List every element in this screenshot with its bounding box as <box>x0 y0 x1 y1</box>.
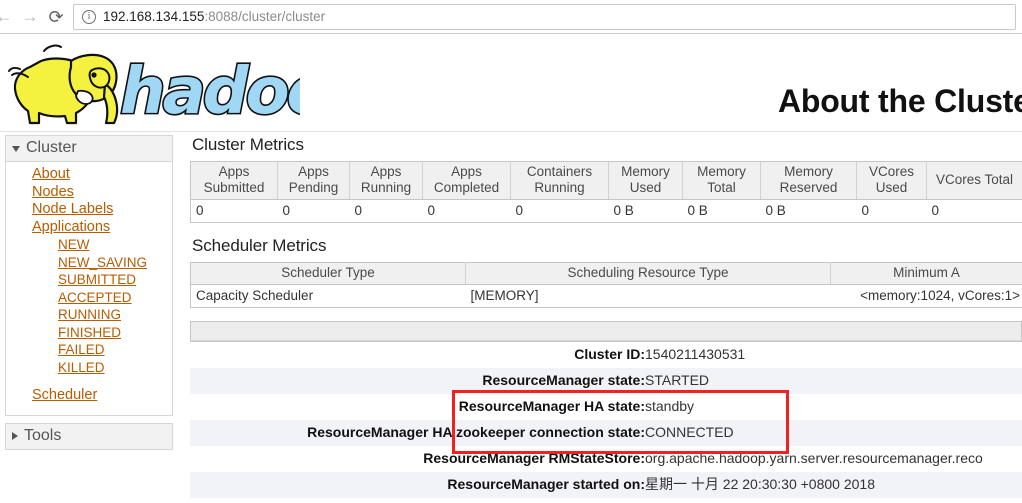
col-containers-running: Containers Running <box>510 161 609 200</box>
reload-icon[interactable]: ⟳ <box>43 4 69 30</box>
col-vcores-total: VCores Total <box>926 161 1022 200</box>
hadoop-logo[interactable]: hadoop <box>8 37 300 129</box>
url-host: 192.168.134.155 <box>103 9 205 24</box>
sidebar-item-accepted[interactable]: ACCEPTED <box>6 289 172 307</box>
sidebar-item-applications[interactable]: Applications <box>6 219 172 237</box>
address-bar[interactable]: i 192.168.134.155:8088/cluster/cluster <box>73 3 1016 30</box>
value-rm-ha-state: standby <box>645 394 1022 420</box>
col-apps-running: Apps Running <box>349 161 423 200</box>
tools-panel: Tools <box>5 422 173 450</box>
val-apps-pending: 0 <box>277 199 350 223</box>
col-minimum-allocation: Minimum A <box>830 262 1022 285</box>
sidebar-item-about[interactable]: About <box>6 166 172 184</box>
value-rm-version: 2.7.3 from Unknown by zhang source check… <box>645 498 1022 503</box>
col-memory-reserved: Memory Reserved <box>760 161 857 200</box>
tools-panel-label: Tools <box>24 426 62 444</box>
cluster-info-table: Cluster ID: 1540211430531 ResourceManage… <box>190 341 1022 503</box>
label-rm-ha-state: ResourceManager HA state: <box>190 394 645 420</box>
tools-panel-header[interactable]: Tools <box>6 423 172 449</box>
svg-text:hadoop: hadoop <box>120 55 300 129</box>
cluster-metrics-title: Cluster Metrics <box>192 135 304 154</box>
sidebar-item-scheduler[interactable]: Scheduler <box>6 387 172 405</box>
table-row: Capacity Scheduler [MEMORY] <memory:1024… <box>190 284 1022 308</box>
val-vcores-used: 0 <box>856 199 927 223</box>
value-rm-started-on: 星期一 十月 22 20:30:30 +0800 2018 <box>645 472 1022 498</box>
label-cluster-id: Cluster ID: <box>190 341 645 368</box>
browser-toolbar: ← → ⟳ i 192.168.134.155:8088/cluster/clu… <box>0 0 1022 34</box>
cluster-info-header-bar <box>190 321 1022 341</box>
page-title: About the Cluster <box>777 83 1022 119</box>
sidebar-item-submitted[interactable]: SUBMITTED <box>6 271 172 289</box>
label-rm-version: ResourceManager version: <box>190 498 645 503</box>
cluster-panel-body: About Nodes Node Labels Applications NEW… <box>6 162 172 415</box>
col-apps-completed: Apps Completed <box>422 161 511 200</box>
scheduler-metrics-table: Scheduler Type Scheduling Resource Type … <box>190 262 1022 308</box>
col-memory-total: Memory Total <box>682 161 761 200</box>
sidebar: Cluster About Nodes Node Labels Applicat… <box>5 135 173 457</box>
val-apps-completed: 0 <box>422 199 511 223</box>
col-memory-used: Memory Used <box>608 161 683 200</box>
main-content: Cluster Metrics Apps Submitted Apps Pend… <box>190 135 1022 503</box>
sidebar-item-killed[interactable]: KILLED <box>6 359 172 377</box>
url-path: :8088/cluster/cluster <box>204 9 326 24</box>
sidebar-item-nodes[interactable]: Nodes <box>6 184 172 202</box>
elephant-graphic <box>8 44 119 125</box>
cluster-panel-label: Cluster <box>26 139 77 156</box>
table-row: Cluster ID: 1540211430531 <box>190 341 1022 368</box>
val-apps-running: 0 <box>349 199 423 223</box>
value-cluster-id: 1540211430531 <box>645 341 1022 368</box>
val-minimum-allocation: <memory:1024, vCores:1> <box>830 284 1022 308</box>
table-header-row: Scheduler Type Scheduling Resource Type … <box>190 262 1022 285</box>
val-memory-total: 0 B <box>682 199 761 223</box>
back-arrow-icon[interactable]: ← <box>0 4 17 30</box>
scheduler-metrics-title: Scheduler Metrics <box>192 236 327 255</box>
chevron-right-icon <box>12 431 18 440</box>
col-scheduling-resource-type: Scheduling Resource Type <box>465 262 831 285</box>
val-apps-submitted: 0 <box>190 199 278 223</box>
table-row: ResourceManager HA zookeeper connection … <box>190 420 1022 446</box>
label-rm-statestore: ResourceManager RMStateStore: <box>190 446 645 472</box>
cluster-panel: Cluster About Nodes Node Labels Applicat… <box>5 135 173 416</box>
val-scheduling-resource-type: [MEMORY] <box>465 284 831 308</box>
value-rm-statestore: org.apache.hadoop.yarn.server.resourcema… <box>645 446 1022 472</box>
sidebar-item-finished[interactable]: FINISHED <box>6 324 172 342</box>
value-rm-ha-zookeeper-state: CONNECTED <box>645 420 1022 446</box>
sidebar-item-failed[interactable]: FAILED <box>6 341 172 359</box>
col-scheduler-type: Scheduler Type <box>190 262 466 285</box>
value-rm-state: STARTED <box>645 368 1022 394</box>
sidebar-item-new-saving[interactable]: NEW_SAVING <box>6 254 172 272</box>
col-apps-submitted: Apps Submitted <box>190 161 278 200</box>
label-rm-state: ResourceManager state: <box>190 368 645 394</box>
val-containers-running: 0 <box>510 199 609 223</box>
label-rm-ha-zookeeper-state: ResourceManager HA zookeeper connection … <box>190 420 645 446</box>
val-memory-used: 0 B <box>608 199 683 223</box>
table-row: ResourceManager RMStateStore: org.apache… <box>190 446 1022 472</box>
table-row: ResourceManager version: 2.7.3 from Unkn… <box>190 498 1022 503</box>
cluster-panel-header[interactable]: Cluster <box>6 136 172 162</box>
table-row: ResourceManager HA state: standby <box>190 394 1022 420</box>
col-apps-pending: Apps Pending <box>277 161 350 200</box>
table-row: 0 0 0 0 0 0 B 0 B 0 B 0 0 <box>190 199 1022 223</box>
page-content: hadoop About the Cluster Cluster About N… <box>0 35 1022 503</box>
chevron-down-icon <box>12 146 20 152</box>
sidebar-item-running[interactable]: RUNNING <box>6 306 172 324</box>
label-rm-started-on: ResourceManager started on: <box>190 472 645 498</box>
val-scheduler-type: Capacity Scheduler <box>190 284 466 308</box>
table-row: ResourceManager started on: 星期一 十月 22 20… <box>190 472 1022 498</box>
col-vcores-used: VCores Used <box>856 161 927 200</box>
cluster-metrics-table: Apps Submitted Apps Pending Apps Running… <box>190 161 1022 223</box>
page-header: hadoop About the Cluster <box>0 35 1022 132</box>
val-vcores-total: 0 <box>926 199 1022 223</box>
sidebar-item-node-labels[interactable]: Node Labels <box>6 201 172 219</box>
hadoop-wordmark: hadoop <box>118 53 300 129</box>
site-info-icon[interactable]: i <box>82 9 96 24</box>
sidebar-item-new[interactable]: NEW <box>6 236 172 254</box>
table-row: ResourceManager state: STARTED <box>190 368 1022 394</box>
forward-arrow-icon[interactable]: → <box>17 4 43 30</box>
table-header-row: Apps Submitted Apps Pending Apps Running… <box>190 161 1022 200</box>
url-text: 192.168.134.155:8088/cluster/cluster <box>103 9 325 24</box>
val-memory-reserved: 0 B <box>760 199 857 223</box>
